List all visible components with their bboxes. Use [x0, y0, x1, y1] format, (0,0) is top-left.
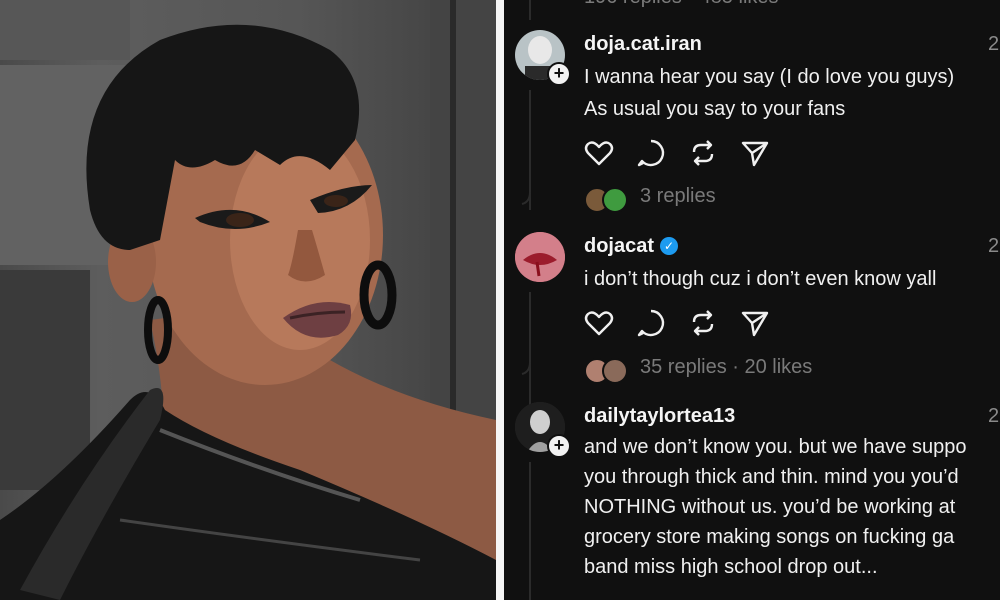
- plus-icon[interactable]: +: [547, 434, 571, 458]
- timestamp: 2: [988, 33, 1000, 55]
- send-icon[interactable]: [740, 308, 770, 338]
- username[interactable]: dailytaylortea13: [584, 405, 735, 428]
- username-row[interactable]: dojacat ✓: [584, 235, 679, 258]
- comment-icon[interactable]: [636, 308, 666, 338]
- comment-line: and we don’t know you. but we have suppo: [584, 436, 967, 458]
- mini-avatar: [602, 187, 628, 213]
- mini-avatar: [602, 358, 628, 384]
- heart-icon[interactable]: [584, 138, 614, 168]
- thread-curl-icon: [521, 362, 531, 375]
- replies-count: 3 replies: [640, 185, 716, 207]
- repost-icon[interactable]: [688, 138, 718, 168]
- threads-comments-panel: 196 replies · 485 likes + doja.cat.iran …: [504, 0, 1000, 600]
- replies-count: 35 replies · 20 likes: [640, 356, 813, 378]
- comment-line: band miss high school drop out...: [584, 556, 878, 578]
- thread-curl-icon: [521, 192, 531, 205]
- username[interactable]: doja.cat.iran: [584, 33, 702, 56]
- timestamp: 2: [988, 405, 1000, 427]
- plus-icon[interactable]: +: [547, 62, 571, 86]
- thread-line: [529, 462, 531, 600]
- comment-line: NOTHING without us. you’d be working at: [584, 496, 956, 518]
- comment-icon[interactable]: [636, 138, 666, 168]
- send-icon[interactable]: [740, 138, 770, 168]
- verified-badge-icon: ✓: [660, 237, 679, 255]
- repost-icon[interactable]: [688, 308, 718, 338]
- celebrity-photo: [0, 0, 496, 600]
- thread-line: [529, 292, 531, 412]
- avatar[interactable]: [515, 232, 565, 282]
- comment-line: As usual you say to your fans: [584, 98, 846, 120]
- username[interactable]: dojacat: [584, 235, 654, 257]
- comment-line: grocery store making songs on fucking ga: [584, 526, 955, 548]
- top-truncated-counts[interactable]: 196 replies · 485 likes: [584, 0, 779, 16]
- portrait-illustration: [0, 0, 496, 600]
- comment-line: i don’t though cuz i don’t even know yal…: [584, 268, 937, 290]
- comment-line: you through thick and thin. mind you you…: [584, 466, 959, 488]
- timestamp: 2: [988, 235, 1000, 257]
- comment-line: I wanna hear you say (I do love you guys…: [584, 66, 955, 88]
- thread-line: [529, 0, 531, 20]
- heart-icon[interactable]: [584, 308, 614, 338]
- avatar-image: [515, 232, 565, 282]
- image-divider: [496, 0, 504, 600]
